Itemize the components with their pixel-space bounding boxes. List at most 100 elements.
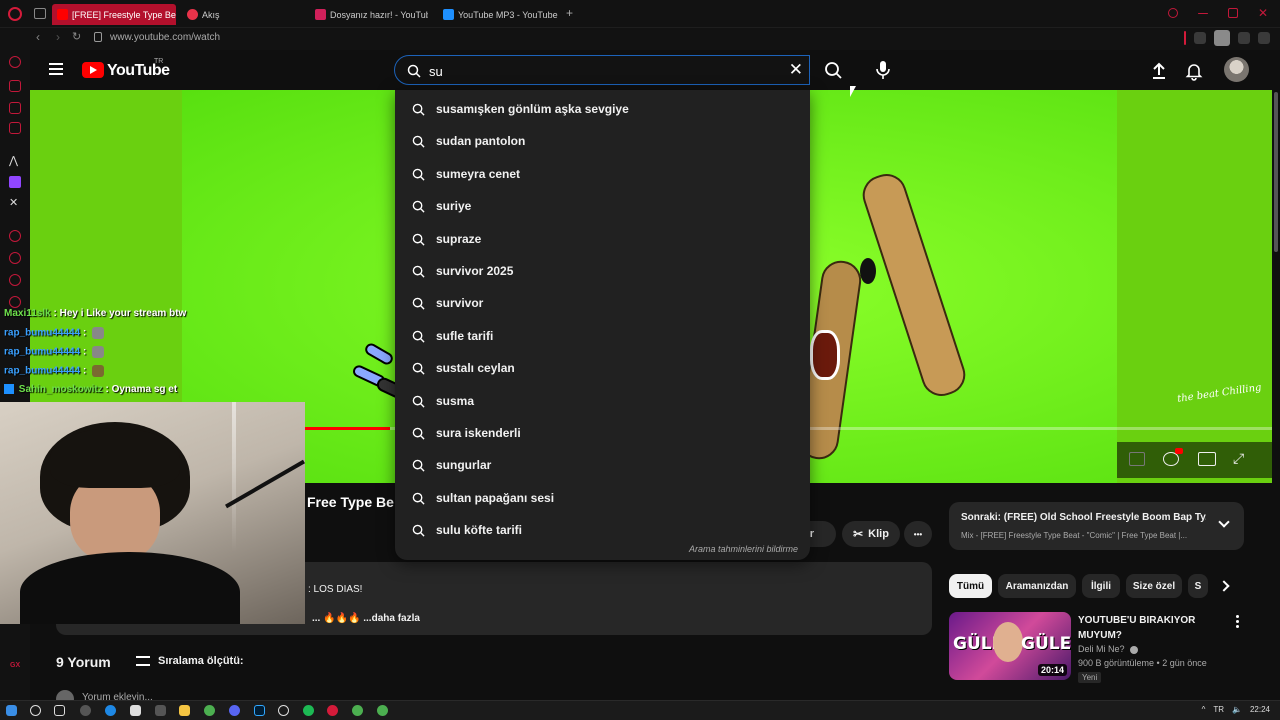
- app-icon[interactable]: [155, 705, 166, 716]
- fullscreen-icon[interactable]: ⤢: [1233, 450, 1244, 467]
- task-view-icon[interactable]: [54, 705, 65, 716]
- tab-manager-icon[interactable]: [34, 8, 46, 19]
- opera-logo-icon[interactable]: [8, 7, 22, 21]
- instagram-icon[interactable]: [9, 102, 21, 114]
- search-suggestion-item[interactable]: suriye: [395, 190, 810, 222]
- chrome-icon[interactable]: [352, 705, 363, 716]
- chevron-down-icon[interactable]: [1218, 516, 1230, 528]
- download-icon[interactable]: [1238, 32, 1250, 44]
- search-suggestion-item[interactable]: susamışken gönlüm aşka sevgiye: [395, 93, 810, 125]
- scrollbar-thumb[interactable]: [1274, 92, 1278, 252]
- search-suggestion-item[interactable]: sura iskenderli: [395, 417, 810, 449]
- notifications-button[interactable]: [1183, 60, 1205, 82]
- store-icon[interactable]: [130, 705, 141, 716]
- search-suggestion-item[interactable]: survivor: [395, 287, 810, 319]
- ai-icon[interactable]: ⋀: [9, 154, 21, 167]
- spotify-icon[interactable]: [303, 705, 314, 716]
- back-icon[interactable]: ‹: [36, 30, 40, 44]
- close-icon[interactable]: ✕: [1258, 7, 1268, 19]
- file-explorer-icon[interactable]: [179, 705, 190, 716]
- search-suggestion-item[interactable]: sulu köfte tarifi: [395, 514, 810, 546]
- create-button[interactable]: [1148, 60, 1170, 82]
- search-box[interactable]: ✕: [394, 55, 810, 85]
- menu-hamburger-icon[interactable]: [49, 63, 63, 75]
- search-suggestion-item[interactable]: susma: [395, 385, 810, 417]
- clock-icon[interactable]: [9, 252, 21, 264]
- music-player-icon[interactable]: [9, 122, 21, 134]
- volume-icon[interactable]: 🔈: [1232, 705, 1242, 714]
- chip-partial[interactable]: S: [1188, 574, 1208, 598]
- chip-all[interactable]: Tümü: [949, 574, 992, 598]
- settings-icon[interactable]: [9, 296, 21, 308]
- extension-icon[interactable]: [1194, 32, 1206, 44]
- search-suggestion-item[interactable]: sumeyra cenet: [395, 158, 810, 190]
- extensions-icon[interactable]: [9, 274, 21, 286]
- gx-control-icon[interactable]: [9, 56, 21, 68]
- reload-icon[interactable]: ↻: [72, 30, 81, 43]
- more-actions-button[interactable]: •••: [904, 521, 932, 547]
- chip-from-search[interactable]: Aramanızdan: [998, 574, 1076, 598]
- chevron-right-icon[interactable]: [1218, 580, 1230, 592]
- profile-avatar-icon[interactable]: [1214, 30, 1230, 46]
- search-suggestion-item[interactable]: sungurlar: [395, 449, 810, 481]
- url-field[interactable]: www.youtube.com/watch: [110, 32, 220, 43]
- clip-button[interactable]: ✂ Klip: [842, 521, 900, 547]
- forward-icon[interactable]: ›: [56, 30, 60, 44]
- search-suggestion-item[interactable]: survivor 2025: [395, 255, 810, 287]
- tab-dosyaniz-hazir[interactable]: Dosyanız hazır! - YouTub: [310, 4, 428, 25]
- next-up-card[interactable]: Sonraki: (FREE) Old School Freestyle Boo…: [949, 502, 1244, 550]
- messenger-icon[interactable]: [9, 80, 21, 92]
- tray-chevron-icon[interactable]: ^: [1202, 705, 1206, 714]
- minimize-icon[interactable]: [1198, 13, 1208, 14]
- clear-search-icon[interactable]: ✕: [789, 61, 803, 79]
- search-suggestion-item[interactable]: sufle tarifi: [395, 320, 810, 352]
- chip-related[interactable]: İlgili: [1082, 574, 1120, 598]
- maximize-icon[interactable]: [1228, 8, 1238, 18]
- search-tabs-icon[interactable]: [1168, 8, 1178, 18]
- show-more-link[interactable]: ... 🔥🔥🔥 ...daha fazla: [312, 613, 420, 624]
- search-suggestion-item[interactable]: sultan papağanı sesi: [395, 482, 810, 514]
- hd-badge-icon: [1175, 448, 1183, 454]
- x-twitter-icon[interactable]: ✕: [9, 196, 21, 209]
- search-icon[interactable]: [30, 705, 41, 716]
- account-avatar[interactable]: [1224, 57, 1249, 82]
- app-icon[interactable]: [278, 705, 289, 716]
- clock[interactable]: 22:24: [1250, 705, 1270, 714]
- language-indicator[interactable]: TR: [1213, 705, 1224, 714]
- sort-icon[interactable]: [136, 656, 150, 666]
- page-scrollbar[interactable]: [1272, 90, 1280, 700]
- voice-search-button[interactable]: [868, 55, 898, 85]
- search-suggestion-item[interactable]: sustalı ceylan: [395, 352, 810, 384]
- menu-icon[interactable]: [1258, 32, 1270, 44]
- chrome-icon[interactable]: [204, 705, 215, 716]
- tab-youtube-mp3[interactable]: YouTube MP3 - YouTube: [438, 4, 558, 25]
- chrome-icon[interactable]: [377, 705, 388, 716]
- edge-icon[interactable]: [105, 705, 116, 716]
- youtube-logo-icon[interactable]: [82, 62, 104, 78]
- photoshop-icon[interactable]: [254, 705, 265, 716]
- settings-gear-icon[interactable]: [1163, 452, 1179, 466]
- tab-freestyle-beat[interactable]: [FREE] Freestyle Type Be: [52, 4, 176, 25]
- search-suggestion-item[interactable]: sudan pantolon: [395, 125, 810, 157]
- recommendation-title[interactable]: YOUTUBE'U BIRAKIYOR MUYUM?: [1078, 613, 1228, 643]
- sort-by-button[interactable]: Sıralama ölçütü:: [158, 655, 244, 667]
- search-suggestion-item[interactable]: supraze: [395, 223, 810, 255]
- chip-for-you[interactable]: Size özel: [1126, 574, 1182, 598]
- windows-start-icon[interactable]: [6, 705, 17, 716]
- browser-tab-strip: [FREE] Freestyle Type Be Akış Dosyanız h…: [0, 0, 1280, 28]
- history-icon[interactable]: [9, 230, 21, 242]
- search-button[interactable]: [814, 55, 854, 85]
- subtitles-icon[interactable]: [1129, 452, 1145, 466]
- recommendation-channel[interactable]: Deli Mi Ne?: [1078, 644, 1139, 654]
- recommendation-thumbnail[interactable]: GÜLE GÜLE 20:14: [949, 612, 1071, 680]
- app-icon[interactable]: [80, 705, 91, 716]
- opera-gx-icon[interactable]: [327, 705, 338, 716]
- suggestion-text: survivor 2025: [436, 264, 514, 278]
- new-tab-button[interactable]: +: [566, 6, 573, 20]
- tab-akis[interactable]: Akış: [182, 4, 302, 25]
- theater-mode-icon[interactable]: [1198, 452, 1216, 466]
- more-options-icon[interactable]: [1236, 615, 1240, 629]
- search-input[interactable]: [429, 62, 769, 80]
- twitch-icon[interactable]: [9, 176, 21, 188]
- discord-icon[interactable]: [229, 705, 240, 716]
